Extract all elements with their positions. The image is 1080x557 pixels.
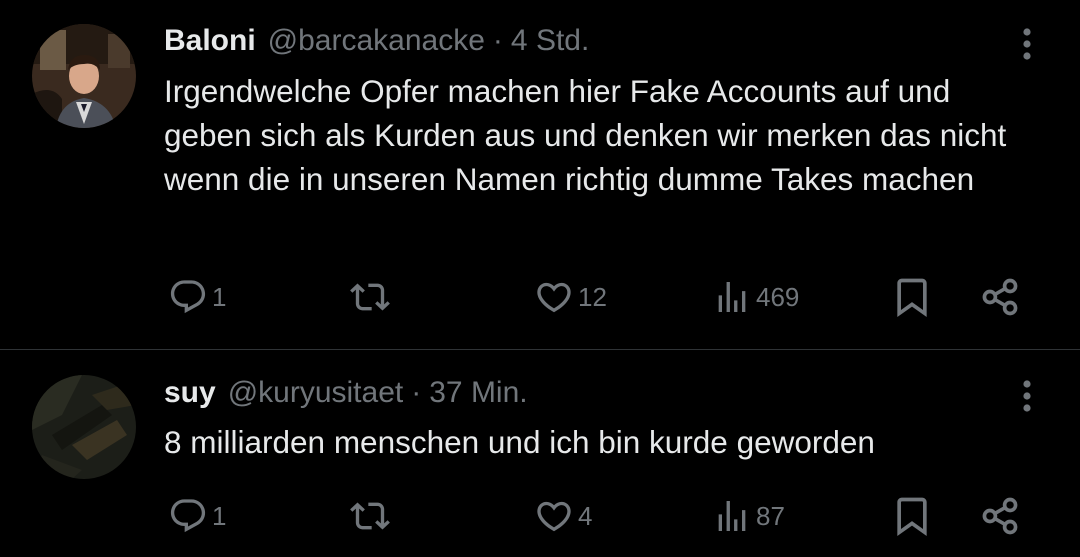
bookmark-button[interactable] <box>890 269 934 325</box>
share-button[interactable] <box>978 269 1022 325</box>
views-button[interactable]: 469 <box>712 269 799 325</box>
avatar[interactable] <box>32 375 136 479</box>
tweet[interactable]: suy @kuryusitaet · 37 Min. 8 milliarden … <box>0 350 1080 557</box>
bar-chart-icon <box>718 282 746 312</box>
more-options-button[interactable] <box>1010 374 1044 418</box>
like-count: 12 <box>578 281 607 312</box>
bookmark-icon <box>897 497 927 537</box>
view-count: 87 <box>756 500 785 531</box>
avatar[interactable] <box>32 24 136 128</box>
share-icon <box>982 497 1018 535</box>
user-handle[interactable]: @barcakanacke <box>268 24 485 58</box>
views-button[interactable]: 87 <box>712 488 785 544</box>
separator-dot: · <box>492 24 503 57</box>
vertical-ellipsis-icon <box>1023 380 1031 412</box>
bar-chart-icon <box>718 501 746 531</box>
timestamp[interactable]: 37 Min. <box>429 376 527 410</box>
tweet[interactable]: Baloni @barcakanacke · 4 Std. Irgendwelc… <box>0 0 1080 349</box>
reply-count: 1 <box>212 500 227 531</box>
heart-icon <box>537 501 571 532</box>
tweet-text: 8 milliarden menschen und ich bin kurde … <box>164 424 875 460</box>
tweet-header: Baloni @barcakanacke · 4 Std. <box>164 21 589 61</box>
retweet-arrows-icon <box>350 283 390 311</box>
reply-button[interactable]: 1 <box>168 269 226 325</box>
retweet-button[interactable] <box>350 488 394 544</box>
user-handle[interactable]: @kuryusitaet <box>228 376 404 410</box>
speech-bubble-icon <box>170 280 206 314</box>
display-name[interactable]: Baloni <box>164 24 256 58</box>
display-name[interactable]: suy <box>164 376 216 410</box>
reply-count: 1 <box>212 281 227 312</box>
separator-dot: · <box>411 376 422 409</box>
vertical-ellipsis-icon <box>1023 28 1031 60</box>
tweet-header: suy @kuryusitaet · 37 Min. <box>164 373 528 413</box>
bookmark-button[interactable] <box>890 488 934 544</box>
tweet-text: Irgendwelche Opfer machen hier Fake Acco… <box>164 73 1007 197</box>
reply-button[interactable]: 1 <box>168 488 226 544</box>
retweet-button[interactable] <box>350 269 394 325</box>
timestamp[interactable]: 4 Std. <box>511 24 589 58</box>
share-button[interactable] <box>978 488 1022 544</box>
speech-bubble-icon <box>170 499 206 533</box>
more-options-button[interactable] <box>1010 22 1044 66</box>
retweet-arrows-icon <box>350 502 390 530</box>
action-bar: 1 4 87 <box>164 488 1044 544</box>
like-button[interactable]: 4 <box>534 488 592 544</box>
heart-icon <box>537 282 571 313</box>
bookmark-icon <box>897 278 927 318</box>
action-bar: 1 12 469 <box>164 269 1044 325</box>
like-count: 4 <box>578 500 593 531</box>
view-count: 469 <box>756 281 800 312</box>
share-icon <box>982 278 1018 316</box>
like-button[interactable]: 12 <box>534 269 607 325</box>
